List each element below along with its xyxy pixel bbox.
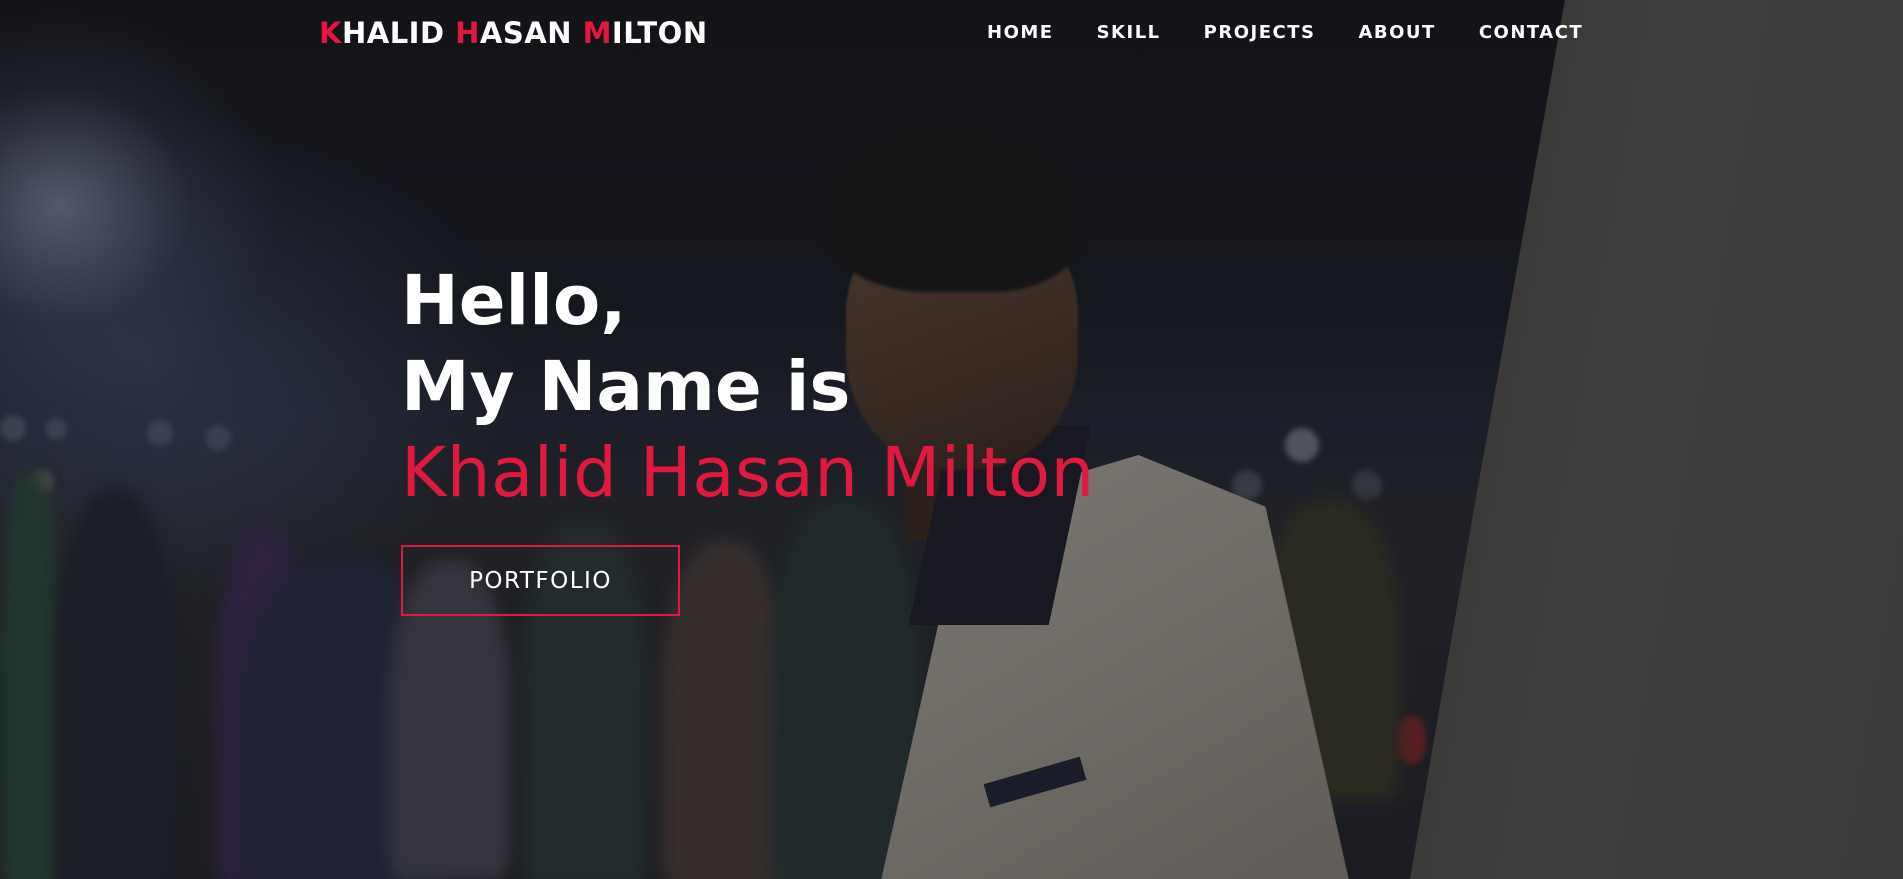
navbar: KHALID HASAN MILTON HOME SKILL PROJECTS … <box>0 0 1903 66</box>
brand-logo[interactable]: KHALID HASAN MILTON <box>319 16 708 50</box>
hero-greeting: Hello, <box>401 261 627 341</box>
brand-text: ASAN <box>479 16 583 50</box>
hero-text: Hello, My Name is Khalid Hasan Milton <box>401 258 1095 516</box>
nav-item-skill[interactable]: SKILL <box>1097 22 1161 43</box>
nav-item-home[interactable]: HOME <box>987 22 1054 43</box>
brand-letter: K <box>319 16 342 50</box>
nav-item-projects[interactable]: PROJECTS <box>1204 22 1316 43</box>
nav-item-contact[interactable]: CONTACT <box>1479 22 1583 43</box>
nav-item-about[interactable]: ABOUT <box>1358 22 1435 43</box>
portfolio-button[interactable]: PORTFOLIO <box>401 545 680 616</box>
brand-letter: M <box>582 16 612 50</box>
brand-text: ILTON <box>611 16 708 50</box>
brand-text: HALID <box>341 16 456 50</box>
brand-letter: H <box>455 16 480 50</box>
main-nav: HOME SKILL PROJECTS ABOUT CONTACT <box>987 22 1583 43</box>
hero-intro: My Name is <box>401 347 851 427</box>
hero-name: Khalid Hasan Milton <box>401 433 1095 513</box>
hero-section: KHALID HASAN MILTON HOME SKILL PROJECTS … <box>0 0 1903 879</box>
